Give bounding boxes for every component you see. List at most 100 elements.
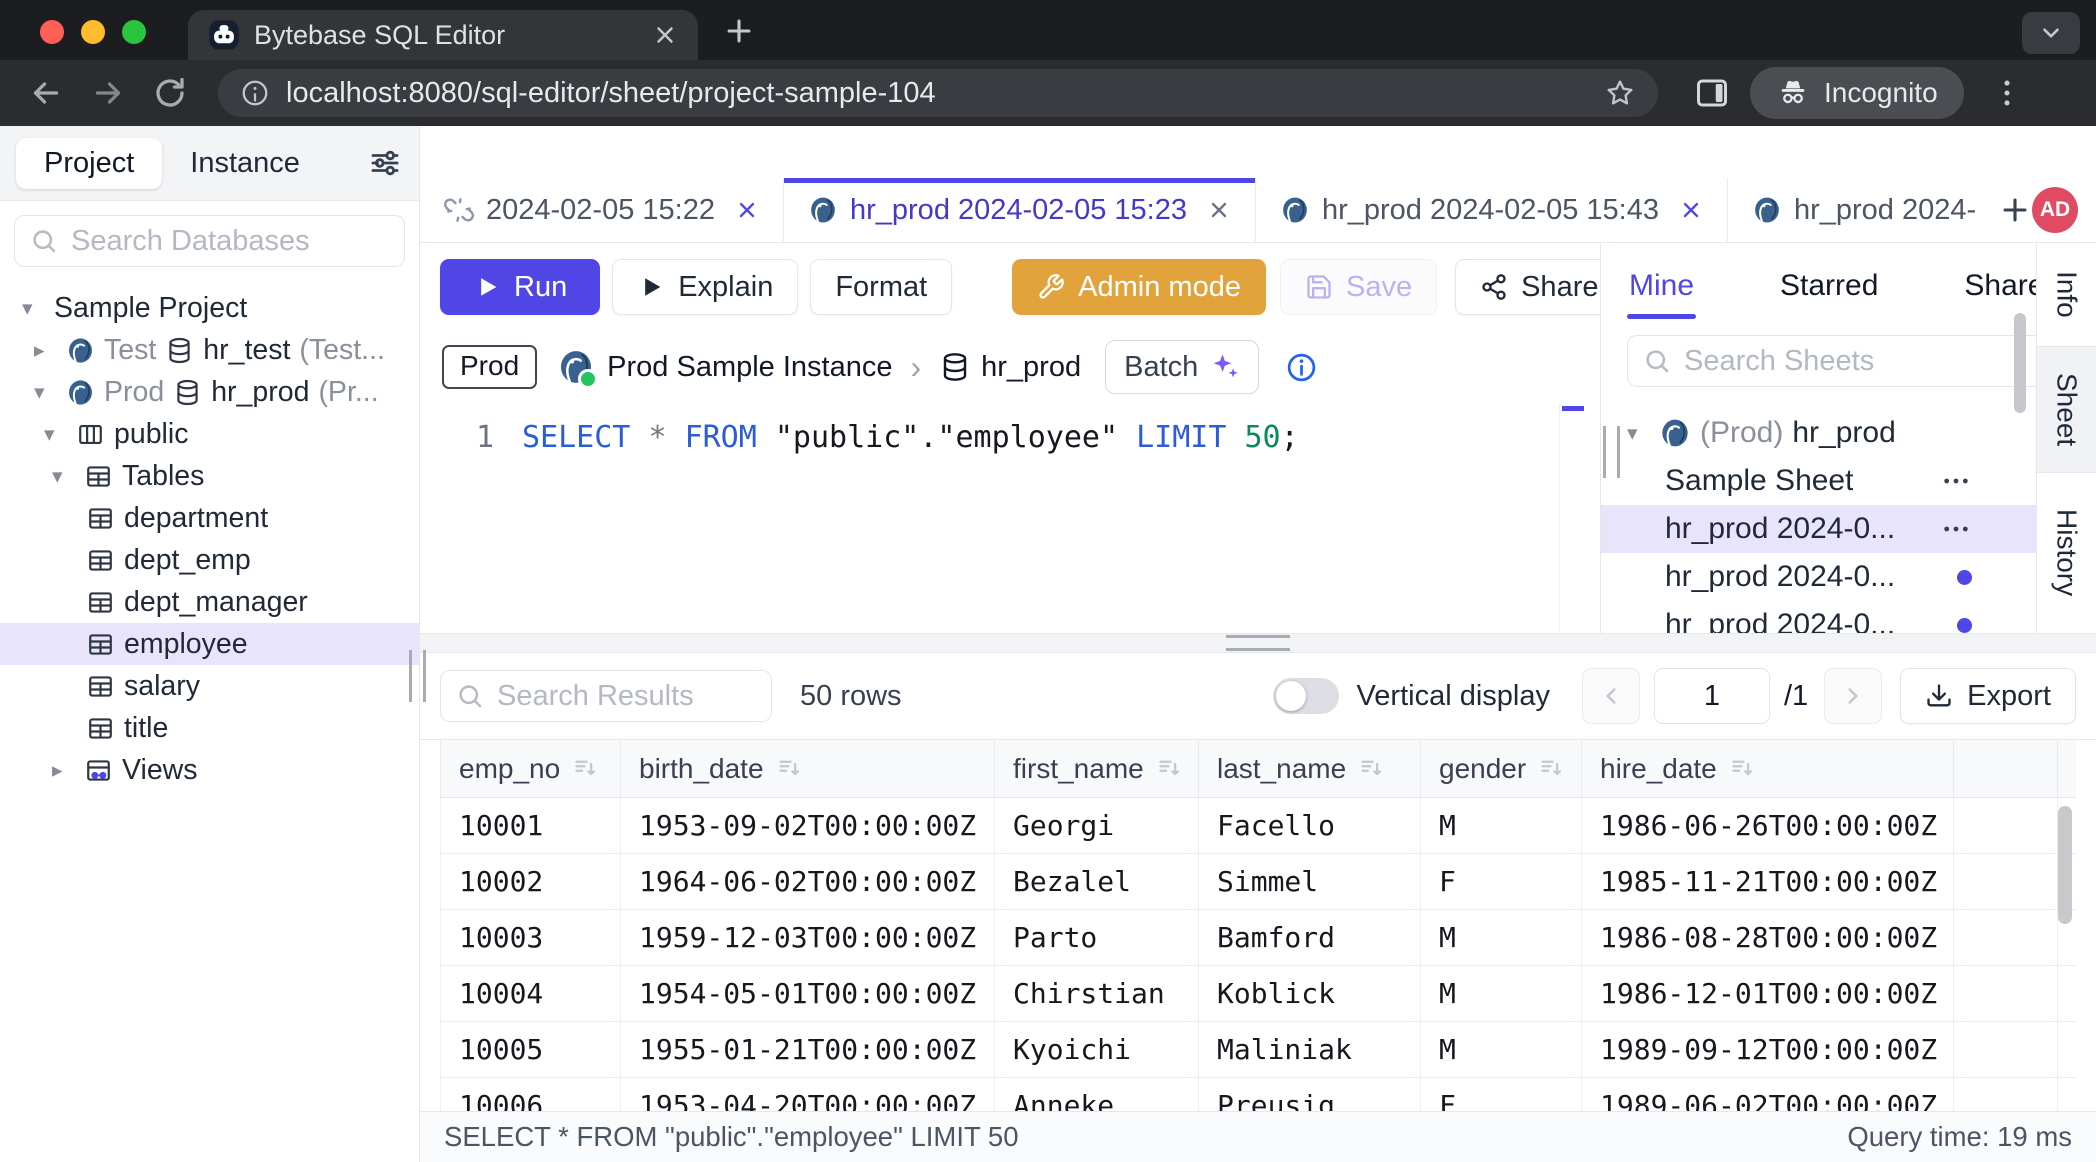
window-close-button[interactable] [40,20,64,44]
prev-page-button[interactable] [1582,668,1640,724]
cell-emp_no[interactable]: 10006 [441,1078,621,1111]
sidebar-resize-handle[interactable] [409,650,426,702]
tree-item-department[interactable]: department [0,497,419,539]
cell-gender[interactable]: M [1421,798,1582,853]
sheet-search[interactable] [1627,335,2036,387]
cell-emp_no[interactable]: 10001 [441,798,621,853]
side-tab-info[interactable]: Info [2037,243,2096,347]
sheet-group-row[interactable]: ▾(Prod)hr_prod [1601,409,2036,457]
sort-icon[interactable] [776,755,803,782]
tab-mine[interactable]: Mine [1629,269,1694,319]
results-search[interactable] [440,670,772,722]
column-header-emp_no[interactable]: emp_no [441,740,621,797]
results-search-input[interactable] [495,679,757,714]
user-avatar[interactable]: AD [2032,187,2078,233]
tree-item-sample-project[interactable]: ▾Sample Project [0,287,419,329]
address-bar[interactable]: localhost:8080/sql-editor/sheet/project-… [218,69,1658,117]
tree-item-views[interactable]: ▸Views [0,749,419,791]
cell-birth_date[interactable]: 1955-01-21T00:00:00Z [621,1022,995,1077]
format-button[interactable]: Format [810,259,952,315]
table-row[interactable]: 100011953-09-02T00:00:00ZGeorgiFacelloM1… [440,798,2076,854]
sheet-item[interactable]: hr_prod 2024-0... [1601,601,2036,633]
save-button[interactable]: Save [1280,259,1437,315]
cell-first_name[interactable]: Anneke [995,1078,1199,1111]
tree-item-test[interactable]: ▸Testhr_test(Test... [0,329,419,371]
cell-last_name[interactable]: Simmel [1199,854,1421,909]
table-row[interactable]: 100051955-01-21T00:00:00ZKyoichiMaliniak… [440,1022,2076,1078]
editor-tab-4[interactable]: hr_prod 2024-0 [1728,178,1976,242]
cell-gender[interactable]: F [1421,854,1582,909]
cell-hire_date[interactable]: 1986-06-26T00:00:00Z [1582,798,1954,853]
cell-emp_no[interactable]: 10003 [441,910,621,965]
cell-gender[interactable]: M [1421,1022,1582,1077]
database-name[interactable]: hr_prod [981,351,1081,384]
cell-first_name[interactable]: Georgi [995,798,1199,853]
caret-right-icon[interactable]: ▸ [34,338,66,362]
side-panel-icon[interactable] [1694,75,1730,111]
new-sheet-tab-button[interactable] [1998,193,2032,227]
table-row[interactable]: 100021964-06-02T00:00:00ZBezalelSimmelF1… [440,854,2076,910]
close-tab-icon[interactable] [1679,198,1703,222]
cell-last_name[interactable]: Bamford [1199,910,1421,965]
tree-item-prod[interactable]: ▾Prodhr_prod(Pr... [0,371,419,413]
caret-down-icon[interactable]: ▾ [34,380,66,404]
database-search[interactable] [14,215,405,267]
caret-down-icon[interactable]: ▾ [52,464,84,488]
cell-birth_date[interactable]: 1954-05-01T00:00:00Z [621,966,995,1021]
column-header-birth_date[interactable]: birth_date [621,740,995,797]
browser-tab-close-icon[interactable] [652,22,678,48]
sheet-item[interactable]: hr_prod 2024-0... [1601,553,2036,601]
side-tab-sheet[interactable]: Sheet [2037,347,2096,473]
admin-mode-button[interactable]: Admin mode [1012,259,1266,315]
sort-icon[interactable] [1358,755,1385,782]
table-row[interactable]: 100041954-05-01T00:00:00ZChirstianKoblic… [440,966,2076,1022]
editor-tab-2[interactable]: hr_prod 2024-02-05 15:23 [784,178,1256,242]
database-search-input[interactable] [69,224,390,259]
cell-emp_no[interactable]: 10002 [441,854,621,909]
tree-item-dept-manager[interactable]: dept_manager [0,581,419,623]
close-tab-icon[interactable] [735,198,759,222]
site-info-icon[interactable] [240,78,270,108]
browser-tab[interactable]: Bytebase SQL Editor [188,10,698,60]
tree-item-tables[interactable]: ▾Tables [0,455,419,497]
editor-tab-1[interactable]: 2024-02-05 15:22 [420,178,784,242]
caret-down-icon[interactable]: ▾ [1627,421,1659,445]
tree-item-title[interactable]: title [0,707,419,749]
column-header-gender[interactable]: gender [1421,740,1582,797]
tree-item-employee[interactable]: employee [0,623,419,665]
cell-last_name[interactable]: Koblick [1199,966,1421,1021]
cell-gender[interactable]: F [1421,1078,1582,1111]
cell-birth_date[interactable]: 1953-09-02T00:00:00Z [621,798,995,853]
sheet-search-input[interactable] [1682,344,2036,379]
column-header-first_name[interactable]: first_name [995,740,1199,797]
editor-tab-3[interactable]: hr_prod 2024-02-05 15:43 [1256,178,1728,242]
window-minimize-button[interactable] [81,20,105,44]
cell-first_name[interactable]: Kyoichi [995,1022,1199,1077]
tab-shared[interactable]: Shared w [1964,269,2036,319]
cell-hire_date[interactable]: 1989-06-02T00:00:00Z [1582,1078,1954,1111]
cell-hire_date[interactable]: 1989-09-12T00:00:00Z [1582,1022,1954,1077]
cell-birth_date[interactable]: 1964-06-02T00:00:00Z [621,854,995,909]
cell-first_name[interactable]: Parto [995,910,1199,965]
cell-last_name[interactable]: Preusig [1199,1078,1421,1111]
table-row[interactable]: 100031959-12-03T00:00:00ZPartoBamfordM19… [440,910,2076,966]
forward-icon[interactable] [90,75,126,111]
page-number-input[interactable] [1654,668,1770,724]
bookmark-star-icon[interactable] [1604,77,1636,109]
more-menu-icon[interactable] [1940,513,1972,545]
batch-button[interactable]: Batch [1105,340,1259,394]
tree-item-public[interactable]: ▾public [0,413,419,455]
next-page-button[interactable] [1824,668,1882,724]
table-scrollbar[interactable] [2058,806,2072,924]
sort-icon[interactable] [572,755,599,782]
cell-emp_no[interactable]: 10005 [441,1022,621,1077]
explain-button[interactable]: Explain [612,259,798,315]
cell-gender[interactable]: M [1421,966,1582,1021]
tab-starred[interactable]: Starred [1780,269,1878,319]
cell-hire_date[interactable]: 1986-08-28T00:00:00Z [1582,910,1954,965]
caret-down-icon[interactable]: ▾ [22,296,54,320]
cell-birth_date[interactable]: 1953-04-20T00:00:00Z [621,1078,995,1111]
sheet-item[interactable]: Sample Sheet [1601,457,2036,505]
info-icon[interactable] [1285,351,1318,384]
cell-hire_date[interactable]: 1986-12-01T00:00:00Z [1582,966,1954,1021]
